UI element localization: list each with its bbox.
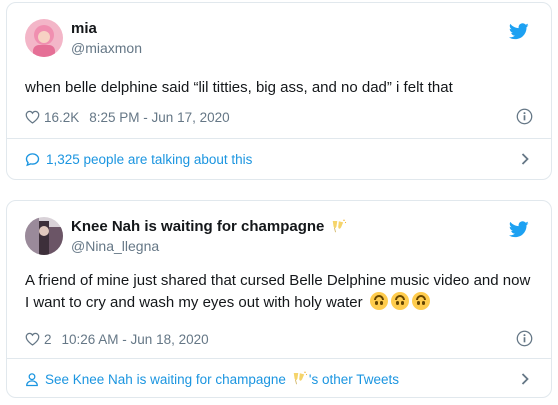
twitter-bird-icon[interactable] [509,221,529,238]
speech-bubble-icon [25,152,40,166]
twitter-bird-icon[interactable] [509,23,529,40]
upside-down-face-emoji [369,292,388,310]
divider [7,138,551,139]
info-icon[interactable] [516,330,533,347]
conversation-link[interactable]: 1,325 people are talking about this [25,149,533,169]
heart-icon[interactable] [25,332,40,346]
info-icon[interactable] [516,108,533,125]
tweet-card-knee-nah[interactable]: Knee Nah is waiting for champagne @Nina_… [6,200,552,398]
display-name[interactable]: mia [71,19,142,39]
upside-down-face-emoji [390,292,409,310]
display-name[interactable]: Knee Nah is waiting for champagne [71,217,347,237]
tweet-timestamp[interactable]: 8:25 PM - Jun 17, 2020 [89,110,229,125]
conversation-count[interactable]: 1,325 people are talking about this [46,152,252,167]
chevron-right-icon[interactable] [521,373,529,385]
person-icon [26,372,38,386]
tweet-card-mia[interactable]: mia @miaxmon when belle delphine said “l… [6,2,552,180]
tweet-text: when belle delphine said “lil titties, b… [25,79,453,96]
display-name-text[interactable]: Knee Nah is waiting for champagne [71,217,324,237]
other-tweets-suffix[interactable]: 's other Tweets [309,372,399,387]
user-handle[interactable]: @miaxmon [71,39,142,58]
avatar[interactable] [25,19,63,57]
tweet-meta: 16.2K 8:25 PM - Jun 17, 2020 [25,107,533,127]
user-handle[interactable]: @Nina_llegna [71,237,347,256]
other-tweets-link[interactable]: See Knee Nah is waiting for champagne 's… [25,369,533,389]
champagne-emoji [333,219,347,233]
tweet-text-body: A friend of mine just shared that cursed… [25,272,531,311]
champagne-emoji [293,371,308,385]
divider [7,358,551,359]
chevron-right-icon[interactable] [521,153,529,165]
heart-icon[interactable] [25,110,40,124]
tweet-text: A friend of mine just shared that cursed… [25,270,533,314]
like-count[interactable]: 16.2K [44,110,79,125]
tweet-meta: 2 10:26 AM - Jun 18, 2020 [25,329,533,349]
upside-down-face-emoji [411,292,430,310]
tweet-timestamp[interactable]: 10:26 AM - Jun 18, 2020 [62,332,209,347]
avatar[interactable] [25,217,63,255]
other-tweets-prefix[interactable]: See Knee Nah is waiting for champagne [45,372,286,387]
like-count[interactable]: 2 [44,332,52,347]
